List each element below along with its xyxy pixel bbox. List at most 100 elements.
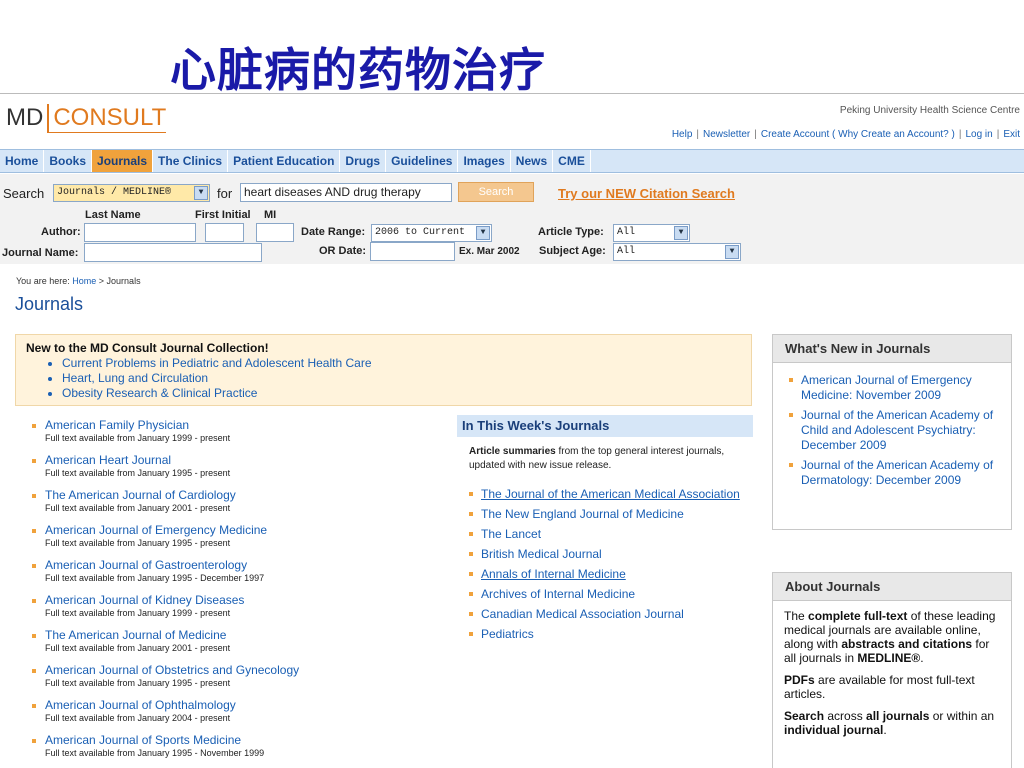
bullet-icon bbox=[469, 572, 473, 576]
journal-link[interactable]: American Journal of Obstetrics and Gynec… bbox=[45, 663, 425, 677]
journal-link[interactable]: The American Journal of Cardiology bbox=[45, 488, 425, 502]
date-range-select[interactable]: 2006 to Current ▼ bbox=[371, 224, 492, 242]
about-journals-panel: About Journals The complete full-text of… bbox=[772, 572, 1012, 768]
bullet-icon bbox=[32, 529, 36, 533]
journal-item: The American Journal of Cardiology Full t… bbox=[32, 488, 425, 523]
nav-journals[interactable]: Journals bbox=[92, 150, 154, 172]
article-type-value: All bbox=[617, 227, 636, 238]
journal-link[interactable]: American Journal of Ophthalmology bbox=[45, 698, 425, 712]
author-first-initial-input[interactable] bbox=[205, 223, 244, 242]
journal-link[interactable]: American Journal of Kidney Diseases bbox=[45, 593, 425, 607]
article-type-label: Article Type: bbox=[538, 226, 604, 238]
search-button[interactable]: Search bbox=[458, 182, 534, 202]
journal-item: The American Journal of Medicine Full tex… bbox=[32, 628, 425, 663]
main-nav: Home Books Journals The Clinics Patient … bbox=[0, 149, 1024, 173]
this-week-item[interactable]: Pediatrics bbox=[469, 627, 753, 642]
newsletter-link[interactable]: Newsletter bbox=[703, 129, 750, 140]
page-title: Journals bbox=[15, 294, 84, 314]
mi-label: MI bbox=[264, 209, 277, 221]
journal-item: American Journal of Sports Medicine Full … bbox=[32, 733, 425, 768]
journal-item: American Journal of Obstetrics and Gynec… bbox=[32, 663, 425, 698]
this-week-item[interactable]: Annals of Internal Medicine bbox=[469, 567, 753, 582]
journal-availability: Full text available from January 1999 - … bbox=[45, 608, 231, 618]
journal-item: American Family Physician Full text avail… bbox=[32, 418, 425, 453]
journal-name-input[interactable] bbox=[84, 243, 262, 262]
bullet-icon bbox=[469, 532, 473, 536]
subject-age-select[interactable]: All ▼ bbox=[613, 243, 741, 261]
chevron-down-icon: ▼ bbox=[674, 226, 688, 240]
whats-new-item[interactable]: Journal of the American Academy of Derma… bbox=[789, 458, 1011, 488]
journal-name-label: Journal Name: bbox=[2, 247, 79, 259]
exit-link[interactable]: Exit bbox=[1003, 129, 1020, 140]
bullet-icon bbox=[789, 413, 793, 417]
this-week-item[interactable]: The Journal of the American Medical Asso… bbox=[469, 487, 753, 502]
new-collection-item[interactable]: Obesity Research & Clinical Practice bbox=[62, 386, 751, 401]
new-collection-item[interactable]: Heart, Lung and Circulation bbox=[62, 371, 751, 386]
whats-new-item[interactable]: American Journal of Emergency Medicine: … bbox=[789, 373, 1011, 403]
citation-search-link[interactable]: Try our NEW Citation Search bbox=[558, 186, 735, 201]
nav-the-clinics[interactable]: The Clinics bbox=[153, 150, 229, 172]
bullet-icon bbox=[32, 494, 36, 498]
new-collection-box: New to the MD Consult Journal Collection… bbox=[15, 334, 752, 406]
author-last-name-input[interactable] bbox=[84, 223, 196, 242]
whats-new-list: American Journal of Emergency Medicine: … bbox=[789, 373, 1011, 488]
journal-link[interactable]: The American Journal of Medicine bbox=[45, 628, 425, 642]
bullet-icon bbox=[32, 459, 36, 463]
nav-books[interactable]: Books bbox=[44, 150, 93, 172]
whats-new-item[interactable]: Journal of the American Academy of Child… bbox=[789, 408, 1011, 453]
bullet-icon bbox=[469, 552, 473, 556]
this-week-item[interactable]: Archives of Internal Medicine bbox=[469, 587, 753, 602]
journal-availability: Full text available from January 1995 - … bbox=[45, 538, 231, 548]
this-week-desc-bold: Article summaries bbox=[469, 446, 556, 457]
journal-availability: Full text available from January 2004 - … bbox=[45, 713, 231, 723]
journal-item: American Journal of Ophthalmology Full te… bbox=[32, 698, 425, 733]
article-type-select[interactable]: All ▼ bbox=[613, 224, 690, 242]
search-scope-select[interactable]: Journals / MEDLINE® ▼ bbox=[53, 184, 210, 202]
journal-link[interactable]: American Family Physician bbox=[45, 418, 425, 432]
login-link[interactable]: Log in bbox=[965, 129, 992, 140]
nav-news[interactable]: News bbox=[511, 150, 554, 172]
bullet-icon bbox=[32, 669, 36, 673]
this-week-list: The Journal of the American Medical Asso… bbox=[469, 487, 753, 642]
institution-name: Peking University Health Science Centre bbox=[839, 105, 1020, 116]
journal-item: American Heart Journal Full text availabl… bbox=[32, 453, 425, 488]
last-name-label: Last Name bbox=[85, 209, 141, 221]
nav-patient-education[interactable]: Patient Education bbox=[228, 150, 341, 172]
breadcrumb-sep: > bbox=[98, 276, 105, 286]
nav-home[interactable]: Home bbox=[0, 150, 45, 172]
nav-cme[interactable]: CME bbox=[553, 150, 591, 172]
journal-link[interactable]: American Journal of Sports Medicine bbox=[45, 733, 425, 747]
journal-item: American Journal of Kidney Diseases Full … bbox=[32, 593, 425, 628]
author-mi-input[interactable] bbox=[256, 223, 294, 242]
or-date-label: OR Date: bbox=[319, 245, 367, 257]
journal-item: American Journal of Gastroenterology Full… bbox=[32, 558, 425, 593]
new-collection-item[interactable]: Current Problems in Pediatric and Adoles… bbox=[62, 356, 751, 371]
search-label: Search bbox=[3, 186, 45, 201]
journal-link[interactable]: American Heart Journal bbox=[45, 453, 425, 467]
this-week-item[interactable]: The New England Journal of Medicine bbox=[469, 507, 753, 522]
bullet-icon bbox=[469, 492, 473, 496]
breadcrumb-home-link[interactable]: Home bbox=[72, 276, 96, 286]
chevron-down-icon: ▼ bbox=[725, 245, 739, 259]
journal-availability: Full text available from January 1995 - … bbox=[45, 748, 265, 758]
about-journals-title: About Journals bbox=[773, 573, 1011, 601]
help-link[interactable]: Help bbox=[672, 129, 693, 140]
or-date-input[interactable] bbox=[370, 242, 455, 261]
journal-link[interactable]: American Journal of Emergency Medicine bbox=[45, 523, 425, 537]
nav-drugs[interactable]: Drugs bbox=[340, 150, 387, 172]
breadcrumb-current: Journals bbox=[106, 276, 141, 286]
nav-guidelines[interactable]: Guidelines bbox=[386, 150, 459, 172]
nav-images[interactable]: Images bbox=[458, 150, 511, 172]
journal-link[interactable]: American Journal of Gastroenterology bbox=[45, 558, 425, 572]
new-collection-list: Current Problems in Pediatric and Adoles… bbox=[62, 356, 751, 401]
create-account-link[interactable]: Create Account bbox=[761, 129, 829, 140]
search-query-input[interactable]: heart diseases AND drug therapy bbox=[240, 183, 452, 202]
this-week-item[interactable]: Canadian Medical Association Journal bbox=[469, 607, 753, 622]
why-create-account-link[interactable]: ( Why Create an Account? ) bbox=[832, 129, 955, 140]
this-week-item[interactable]: The Lancet bbox=[469, 527, 753, 542]
subject-age-value: All bbox=[617, 246, 636, 257]
md-consult-logo[interactable]: MD CONSULT bbox=[6, 104, 167, 133]
bullet-icon bbox=[32, 599, 36, 603]
this-week-item[interactable]: British Medical Journal bbox=[469, 547, 753, 562]
about-paragraph-1: The complete full-text of these leading … bbox=[784, 609, 996, 665]
